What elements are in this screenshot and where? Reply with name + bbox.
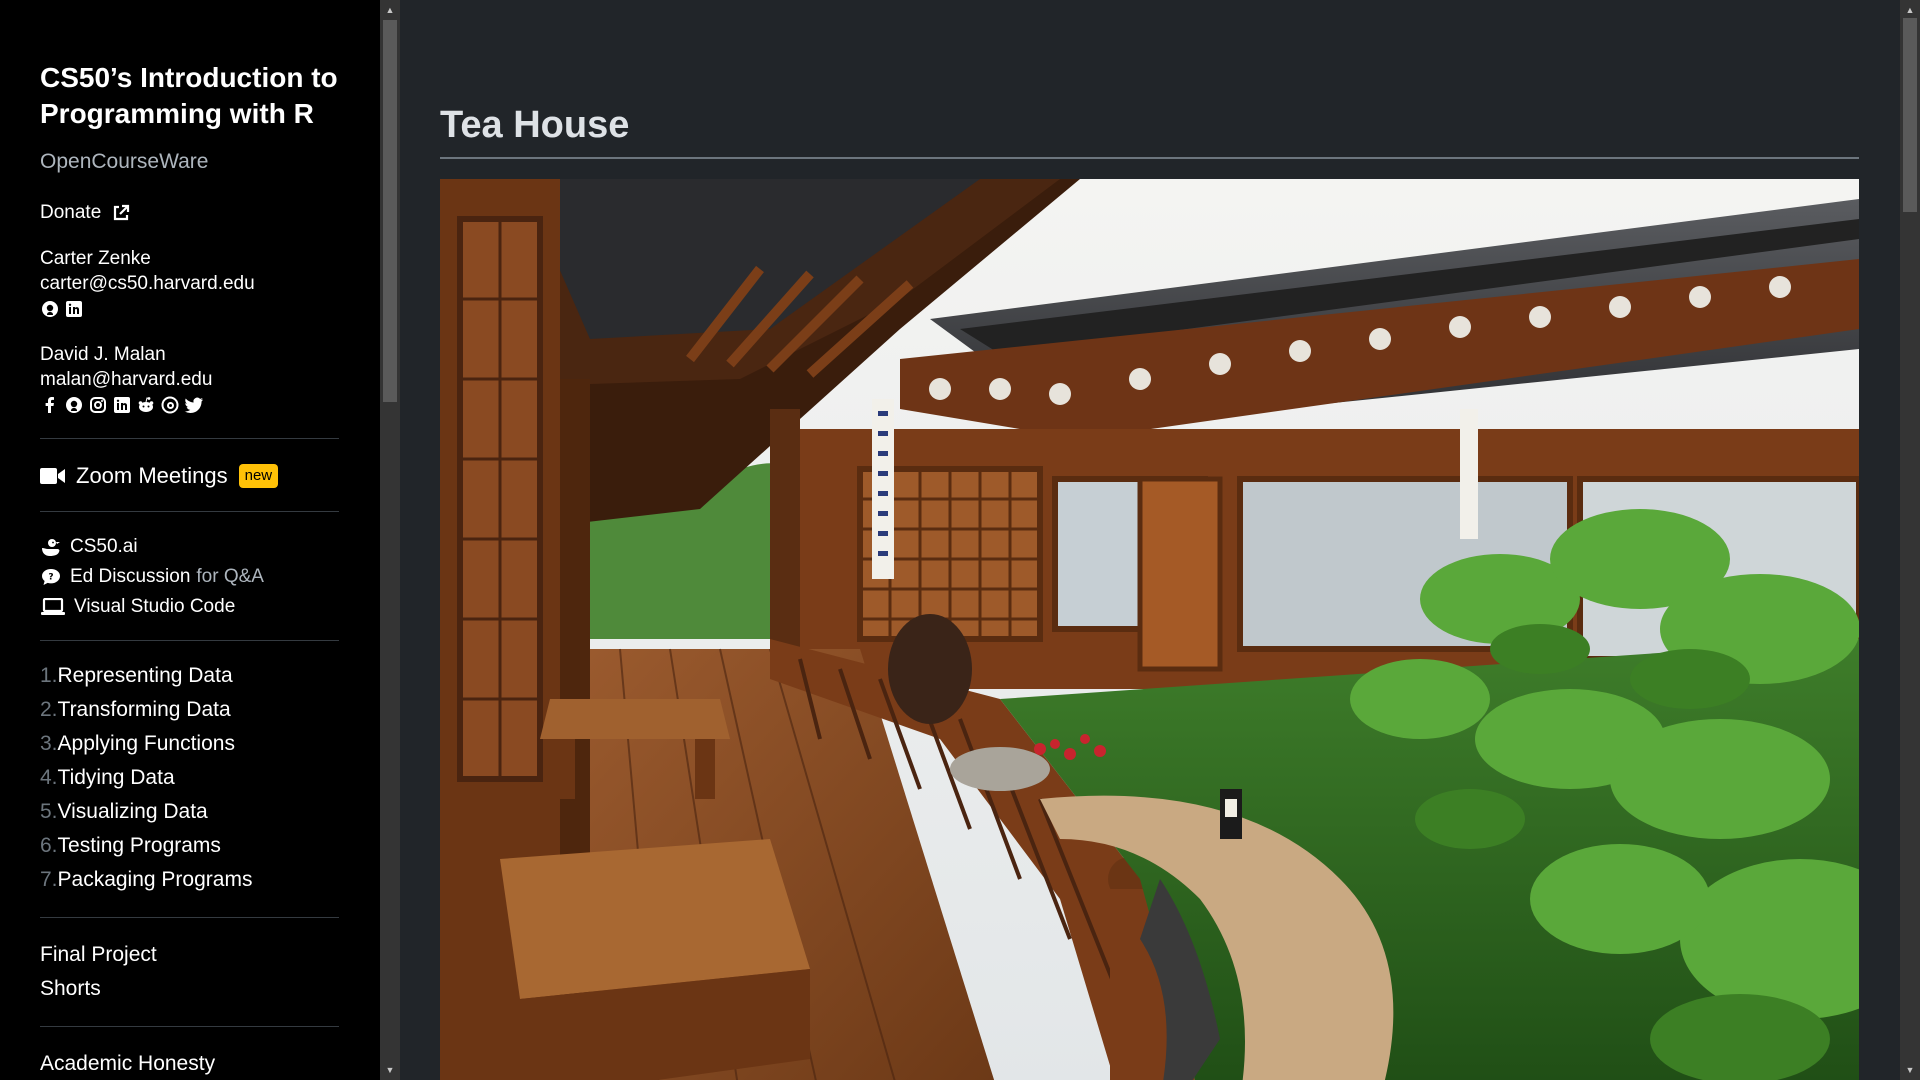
lecture-number: 7. <box>40 868 58 891</box>
tool-label: Visual Studio Code <box>74 596 236 617</box>
tool-label: Ed Discussion <box>70 566 191 587</box>
lecture-number: 1. <box>40 664 58 687</box>
social-icons <box>40 298 339 320</box>
academic-honesty-link[interactable]: Academic Honesty <box>40 1047 339 1080</box>
laptop-icon <box>40 598 66 616</box>
new-badge: new <box>238 464 279 488</box>
lecture-label: Testing Programs <box>57 834 221 857</box>
lecture-number: 6. <box>40 834 58 857</box>
tool-cs50-ai[interactable]: CS50.ai <box>40 532 339 562</box>
page-scrollbar[interactable]: ▲ ▼ <box>1900 0 1920 1080</box>
misc-links: Final Project Shorts <box>40 938 339 1006</box>
lecture-label: Representing Data <box>57 664 233 687</box>
sidebar-divider <box>40 438 339 439</box>
scroll-up-arrow[interactable]: ▲ <box>380 2 400 18</box>
lecture-label: Transforming Data <box>57 698 231 721</box>
tool-suffix: for Q&A <box>196 566 264 587</box>
instructor-name: David J. Malan <box>40 344 166 365</box>
donate-label: Donate <box>40 202 102 223</box>
lecture-link[interactable]: 7. Packaging Programs <box>40 863 339 897</box>
tool-ed-discussion[interactable]: ? Ed Discussion for Q&A <box>40 562 339 592</box>
external-link-icon <box>114 204 130 221</box>
title-divider <box>440 157 1859 159</box>
tool-vscode[interactable]: Visual Studio Code <box>40 592 339 622</box>
hero-image <box>440 179 1859 1080</box>
lecture-number: 2. <box>40 698 58 721</box>
github-icon[interactable] <box>40 299 60 319</box>
lecture-number: 5. <box>40 800 58 823</box>
sidebar-scrollbar-thumb[interactable] <box>383 20 397 402</box>
threads-icon[interactable] <box>160 395 180 415</box>
sidebar-divider <box>40 511 339 512</box>
facebook-icon[interactable] <box>40 395 60 415</box>
page-scrollbar-thumb[interactable] <box>1903 18 1917 212</box>
donate-link[interactable]: Donate <box>40 202 339 224</box>
tea-house-illustration <box>440 179 1859 1080</box>
sidebar-divider <box>40 640 339 641</box>
instructor-name: Carter Zenke <box>40 248 151 269</box>
lecture-link[interactable]: 2. Transforming Data <box>40 693 339 727</box>
video-camera-icon <box>40 468 65 484</box>
shorts-link[interactable]: Shorts <box>40 972 339 1006</box>
linkedin-icon[interactable] <box>112 395 132 415</box>
duck-icon <box>40 537 62 557</box>
lecture-number: 3. <box>40 732 58 755</box>
linkedin-icon[interactable] <box>64 299 84 319</box>
tools-list: CS50.ai ? Ed Discussion for Q&A Visual S… <box>40 532 339 622</box>
lectures-list: 1. Representing Data 2. Transforming Data … <box>40 659 339 897</box>
lecture-link[interactable]: 5. Visualizing Data <box>40 795 339 829</box>
main-content: Tea House <box>400 0 1900 1080</box>
scroll-down-arrow[interactable]: ▼ <box>1900 1062 1920 1078</box>
instructor-email[interactable]: carter@cs50.harvard.edu <box>40 271 339 296</box>
twitter-icon[interactable] <box>184 395 204 415</box>
scroll-down-arrow[interactable]: ▼ <box>380 1062 400 1078</box>
lecture-link[interactable]: 6. Testing Programs <box>40 829 339 863</box>
instagram-icon[interactable] <box>88 395 108 415</box>
lecture-link[interactable]: 4. Tidying Data <box>40 761 339 795</box>
svg-text:?: ? <box>48 573 53 583</box>
scroll-up-arrow[interactable]: ▲ <box>1900 2 1920 18</box>
sidebar: CS50’s Introduction to Programming with … <box>0 0 380 1080</box>
sidebar-divider <box>40 917 339 918</box>
zoom-meetings-label: Zoom Meetings <box>76 463 228 488</box>
sidebar-content: CS50’s Introduction to Programming with … <box>40 60 339 1080</box>
page-title: Tea House <box>440 104 630 146</box>
lecture-link[interactable]: 1. Representing Data <box>40 659 339 693</box>
social-icons <box>40 394 339 416</box>
instructor-email[interactable]: malan@harvard.edu <box>40 367 339 392</box>
lecture-label: Tidying Data <box>57 766 175 789</box>
zoom-meetings-link[interactable]: Zoom Meetings new <box>40 463 339 489</box>
sidebar-divider <box>40 1026 339 1027</box>
lecture-number: 4. <box>40 766 58 789</box>
lecture-label: Visualizing Data <box>57 800 208 823</box>
instructor-carter: Carter Zenke carter@cs50.harvard.edu <box>40 246 339 320</box>
sidebar-scrollbar[interactable]: ▲ ▼ <box>380 0 400 1080</box>
instructor-david: David J. Malan malan@harvard.edu <box>40 342 339 416</box>
more-links: Academic Honesty <box>40 1047 339 1080</box>
reddit-icon[interactable] <box>136 395 156 415</box>
lecture-label: Applying Functions <box>57 732 235 755</box>
final-project-link[interactable]: Final Project <box>40 938 339 972</box>
tool-label: CS50.ai <box>70 536 138 557</box>
github-icon[interactable] <box>64 395 84 415</box>
course-subtitle: OpenCourseWare <box>40 150 209 173</box>
course-title[interactable]: CS50’s Introduction to Programming with … <box>40 60 339 132</box>
lecture-link[interactable]: 3. Applying Functions <box>40 727 339 761</box>
chat-icon: ? <box>40 567 62 587</box>
lecture-label: Packaging Programs <box>57 868 253 891</box>
